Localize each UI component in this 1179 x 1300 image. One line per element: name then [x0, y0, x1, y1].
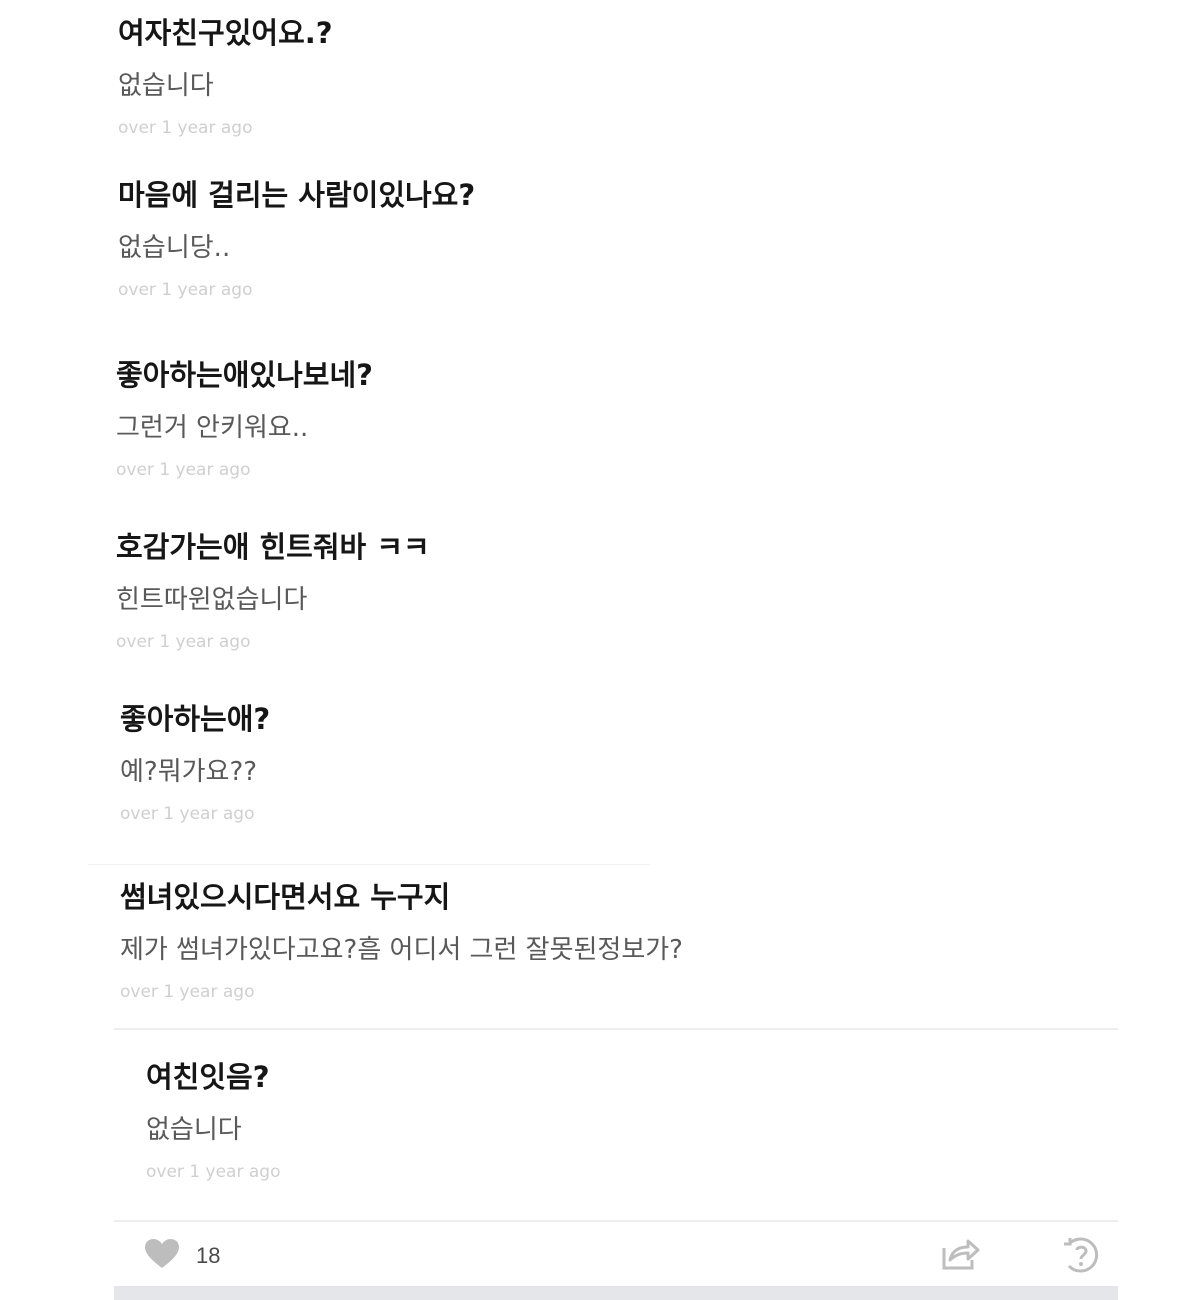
- answer-text: 없습니당..: [118, 232, 231, 263]
- answer-text: 예?뭐가요??: [120, 756, 258, 787]
- timestamp: over 1 year ago: [120, 981, 255, 1002]
- timestamp: over 1 year ago: [118, 117, 253, 138]
- question-text: 좋아하는애있나보네?: [116, 358, 373, 392]
- like-count: 18: [196, 1243, 221, 1268]
- qa-item: 좋아하는애? 예?뭐가요?? over 1 year ago: [120, 702, 270, 824]
- question-text: 마음에 걸리는 사람이있나요?: [118, 178, 476, 212]
- divider: [114, 1028, 1118, 1030]
- qa-item: 좋아하는애있나보네? 그런거 안키워요.. over 1 year ago: [116, 358, 373, 480]
- help-button[interactable]: [1060, 1236, 1102, 1278]
- divider: [88, 864, 650, 865]
- timestamp: over 1 year ago: [116, 459, 251, 480]
- timestamp: over 1 year ago: [118, 279, 253, 300]
- question-circle-icon: [1060, 1237, 1102, 1278]
- bottom-bar: [114, 1286, 1118, 1300]
- qa-item: 호감가는애 힌트줘바 ㅋㅋ 힌트따윈없습니다 over 1 year ago: [116, 530, 430, 652]
- answer-text: 없습니다: [118, 70, 214, 101]
- question-text: 썸녀있으시다면서요 누구지: [120, 880, 451, 914]
- answer-text: 힌트따윈없습니다: [116, 584, 308, 615]
- question-text: 호감가는애 힌트줘바 ㅋㅋ: [116, 530, 430, 564]
- question-text: 좋아하는애?: [120, 702, 271, 736]
- heart-icon: [144, 1238, 180, 1274]
- qa-item: 여자친구있어요.? 없습니다 over 1 year ago: [118, 16, 333, 138]
- timestamp: over 1 year ago: [120, 803, 255, 824]
- like-button[interactable]: 18: [144, 1238, 220, 1274]
- question-text: 여친잇음?: [146, 1060, 270, 1094]
- answer-text: 제가 썸녀가있다고요?흠 어디서 그런 잘못된정보가?: [120, 934, 683, 965]
- share-icon: [940, 1239, 980, 1276]
- timestamp: over 1 year ago: [116, 631, 251, 652]
- answer-text: 그런거 안키워요..: [116, 412, 309, 443]
- question-text: 여자친구있어요.?: [118, 16, 333, 50]
- timestamp: over 1 year ago: [146, 1161, 281, 1182]
- action-bar: 18: [114, 1222, 1118, 1286]
- qa-item: 썸녀있으시다면서요 누구지 제가 썸녀가있다고요?흠 어디서 그런 잘못된정보가…: [120, 880, 683, 1002]
- qa-item: 여친잇음? 없습니다 over 1 year ago: [146, 1060, 280, 1182]
- qa-item: 마음에 걸리는 사람이있나요? 없습니당.. over 1 year ago: [118, 178, 475, 300]
- answer-text: 없습니다: [146, 1114, 242, 1145]
- share-button[interactable]: [940, 1236, 980, 1276]
